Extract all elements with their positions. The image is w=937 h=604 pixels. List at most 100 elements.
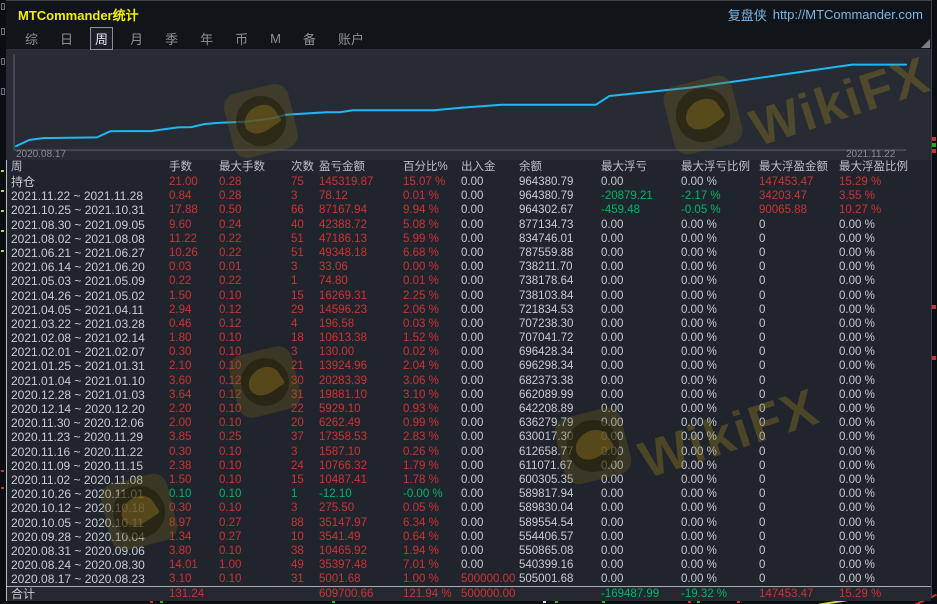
table-row[interactable]: 2020.11.30 ~ 2020.12.062.000.10206262.49… bbox=[7, 416, 931, 430]
table-row[interactable]: 2021.08.30 ~ 2021.09.059.600.244042388.7… bbox=[7, 218, 931, 232]
row-value: 0.00 % bbox=[681, 473, 759, 487]
row-value: 0.00 bbox=[461, 246, 519, 260]
table-row[interactable]: 2020.10.12 ~ 2020.10.180.300.103275.500.… bbox=[7, 501, 931, 515]
table-row[interactable]: 2021.06.21 ~ 2021.06.2710.260.225149348.… bbox=[7, 246, 931, 260]
row-period: 2020.11.23 ~ 2020.11.29 bbox=[11, 430, 169, 444]
row-value: 0.00 % bbox=[839, 501, 931, 515]
menu-item-account[interactable]: 账户 bbox=[333, 27, 369, 50]
table-row[interactable]: 2021.03.22 ~ 2021.03.280.460.124196.580.… bbox=[7, 317, 931, 331]
row-value: 877134.73 bbox=[519, 218, 601, 232]
table-row[interactable]: 2020.12.28 ~ 2021.01.033.640.123119881.1… bbox=[7, 388, 931, 402]
row-value: 0.00 % bbox=[839, 430, 931, 444]
row-value bbox=[519, 587, 601, 601]
row-value: 15.29 % bbox=[839, 175, 931, 189]
table-row[interactable]: 2021.01.25 ~ 2021.01.312.100.102113924.9… bbox=[7, 359, 931, 373]
row-value: 0.00 bbox=[461, 445, 519, 459]
row-value: 47186.13 bbox=[319, 232, 403, 246]
row-period: 2020.08.17 ~ 2020.08.23 bbox=[11, 572, 169, 586]
row-period: 2021.04.26 ~ 2021.05.02 bbox=[11, 289, 169, 303]
row-value: 0.01 % bbox=[403, 274, 461, 288]
row-value: 0.00 % bbox=[681, 303, 759, 317]
row-value: 0.00 % bbox=[839, 402, 931, 416]
table-row[interactable]: 2020.11.23 ~ 2020.11.293.850.253717358.5… bbox=[7, 430, 931, 444]
menu-item-m[interactable]: M bbox=[265, 29, 286, 48]
row-period: 2020.10.05 ~ 2020.10.11 bbox=[11, 516, 169, 530]
row-value: 964380.79 bbox=[519, 189, 601, 203]
resize-grip[interactable] bbox=[921, 39, 930, 48]
menu-item-notes[interactable]: 备 bbox=[298, 27, 321, 50]
row-value: 0.00 % bbox=[681, 416, 759, 430]
row-value: 0.00 bbox=[601, 487, 681, 501]
row-value bbox=[219, 587, 291, 601]
website-link[interactable]: http://MTCommander.com bbox=[773, 7, 923, 22]
row-value: 0.00 % bbox=[681, 345, 759, 359]
table-row[interactable]: 2021.11.22 ~ 2021.11.280.840.28378.120.0… bbox=[7, 189, 931, 203]
row-period: 2021.03.22 ~ 2021.03.28 bbox=[11, 317, 169, 331]
row-value: 0.00 bbox=[461, 331, 519, 345]
menu-item-month[interactable]: 月 bbox=[125, 27, 148, 50]
row-value: 9.60 bbox=[169, 218, 219, 232]
row-value: 0.00 bbox=[601, 232, 681, 246]
table-row[interactable]: 2020.08.24 ~ 2020.08.3014.011.004935397.… bbox=[7, 558, 931, 572]
row-value: 707238.30 bbox=[519, 317, 601, 331]
menu-item-year[interactable]: 年 bbox=[195, 27, 218, 50]
row-value: 500000.00 bbox=[461, 587, 519, 601]
row-value: 35397.48 bbox=[319, 558, 403, 572]
row-value: 0.00 % bbox=[681, 388, 759, 402]
row-value: 14596.23 bbox=[319, 303, 403, 317]
table-row[interactable]: 2020.12.14 ~ 2020.12.202.200.10225929.10… bbox=[7, 402, 931, 416]
row-period: 2020.10.26 ~ 2020.11.01 bbox=[11, 487, 169, 501]
row-value: 0.22 bbox=[219, 232, 291, 246]
row-period: 2020.08.31 ~ 2020.09.06 bbox=[11, 544, 169, 558]
menu-item-quarter[interactable]: 季 bbox=[160, 27, 183, 50]
row-value: 5.08 % bbox=[403, 218, 461, 232]
row-value: 0.28 bbox=[219, 189, 291, 203]
row-value: 0.30 bbox=[169, 345, 219, 359]
row-value: 130.00 bbox=[319, 345, 403, 359]
table-row[interactable]: 2021.08.02 ~ 2021.08.0811.220.225147186.… bbox=[7, 232, 931, 246]
table-row[interactable]: 2020.11.16 ~ 2020.11.220.300.1031587.100… bbox=[7, 445, 931, 459]
row-period: 2020.11.09 ~ 2020.11.15 bbox=[11, 459, 169, 473]
table-row[interactable]: 2021.02.08 ~ 2021.02.141.800.101810613.3… bbox=[7, 331, 931, 345]
row-value: 2.06 % bbox=[403, 303, 461, 317]
row-value: 3 bbox=[291, 189, 319, 203]
table-row[interactable]: 2021.04.26 ~ 2021.05.021.500.101516269.3… bbox=[7, 289, 931, 303]
row-value: 0.30 bbox=[169, 445, 219, 459]
row-value: 0 bbox=[759, 331, 839, 345]
table-row[interactable]: 2021.10.25 ~ 2021.10.3117.880.506687167.… bbox=[7, 203, 931, 217]
menu-item-day[interactable]: 日 bbox=[55, 27, 78, 50]
brand-label: 复盘侠 bbox=[728, 5, 767, 24]
table-row[interactable]: 2021.05.03 ~ 2021.05.090.220.22174.800.0… bbox=[7, 274, 931, 288]
row-value: 0.00 bbox=[601, 246, 681, 260]
table-row[interactable]: 持仓21.000.2875145319.8715.07 %0.00964380.… bbox=[7, 175, 931, 189]
table-row[interactable]: 2020.10.05 ~ 2020.10.118.970.278835147.9… bbox=[7, 516, 931, 530]
table-row[interactable]: 2020.11.02 ~ 2020.11.081.500.101510487.4… bbox=[7, 473, 931, 487]
col-header-lots: 手数 bbox=[169, 160, 219, 175]
row-value: 0.24 bbox=[219, 218, 291, 232]
menu-item-week[interactable]: 周 bbox=[90, 27, 113, 50]
table-row[interactable]: 2020.08.31 ~ 2020.09.063.800.103810465.9… bbox=[7, 544, 931, 558]
row-value: 0 bbox=[759, 388, 839, 402]
row-value: 0 bbox=[759, 558, 839, 572]
row-value: 1587.10 bbox=[319, 445, 403, 459]
table-row[interactable]: 2020.09.28 ~ 2020.10.041.340.27103541.49… bbox=[7, 530, 931, 544]
row-value: 738178.64 bbox=[519, 274, 601, 288]
table-row[interactable]: 2021.02.01 ~ 2021.02.070.300.103130.000.… bbox=[7, 345, 931, 359]
row-period: 2021.11.22 ~ 2021.11.28 bbox=[11, 189, 169, 203]
table-row[interactable]: 2020.08.17 ~ 2020.08.233.100.10315001.68… bbox=[7, 572, 931, 586]
table-row[interactable]: 2021.06.14 ~ 2021.06.200.030.01333.060.0… bbox=[7, 260, 931, 274]
menu-item-summary[interactable]: 综 bbox=[20, 27, 43, 50]
row-value: 7.01 % bbox=[403, 558, 461, 572]
table-row[interactable]: 2021.01.04 ~ 2021.01.103.600.123020283.3… bbox=[7, 374, 931, 388]
row-period: 2020.08.24 ~ 2020.08.30 bbox=[11, 558, 169, 572]
row-value: 13924.96 bbox=[319, 359, 403, 373]
table-row[interactable]: 2020.10.26 ~ 2020.11.010.100.101-12.10-0… bbox=[7, 487, 931, 501]
row-value: 0.27 bbox=[219, 516, 291, 530]
table-row[interactable]: 2020.11.09 ~ 2020.11.152.380.102410766.3… bbox=[7, 459, 931, 473]
row-value: 0.00 bbox=[461, 232, 519, 246]
row-value: 0.00 % bbox=[839, 331, 931, 345]
row-value: 6262.49 bbox=[319, 416, 403, 430]
table-row[interactable]: 2021.04.05 ~ 2021.04.112.940.122914596.2… bbox=[7, 303, 931, 317]
menu-item-currency[interactable]: 币 bbox=[230, 27, 253, 50]
row-value: 15 bbox=[291, 289, 319, 303]
